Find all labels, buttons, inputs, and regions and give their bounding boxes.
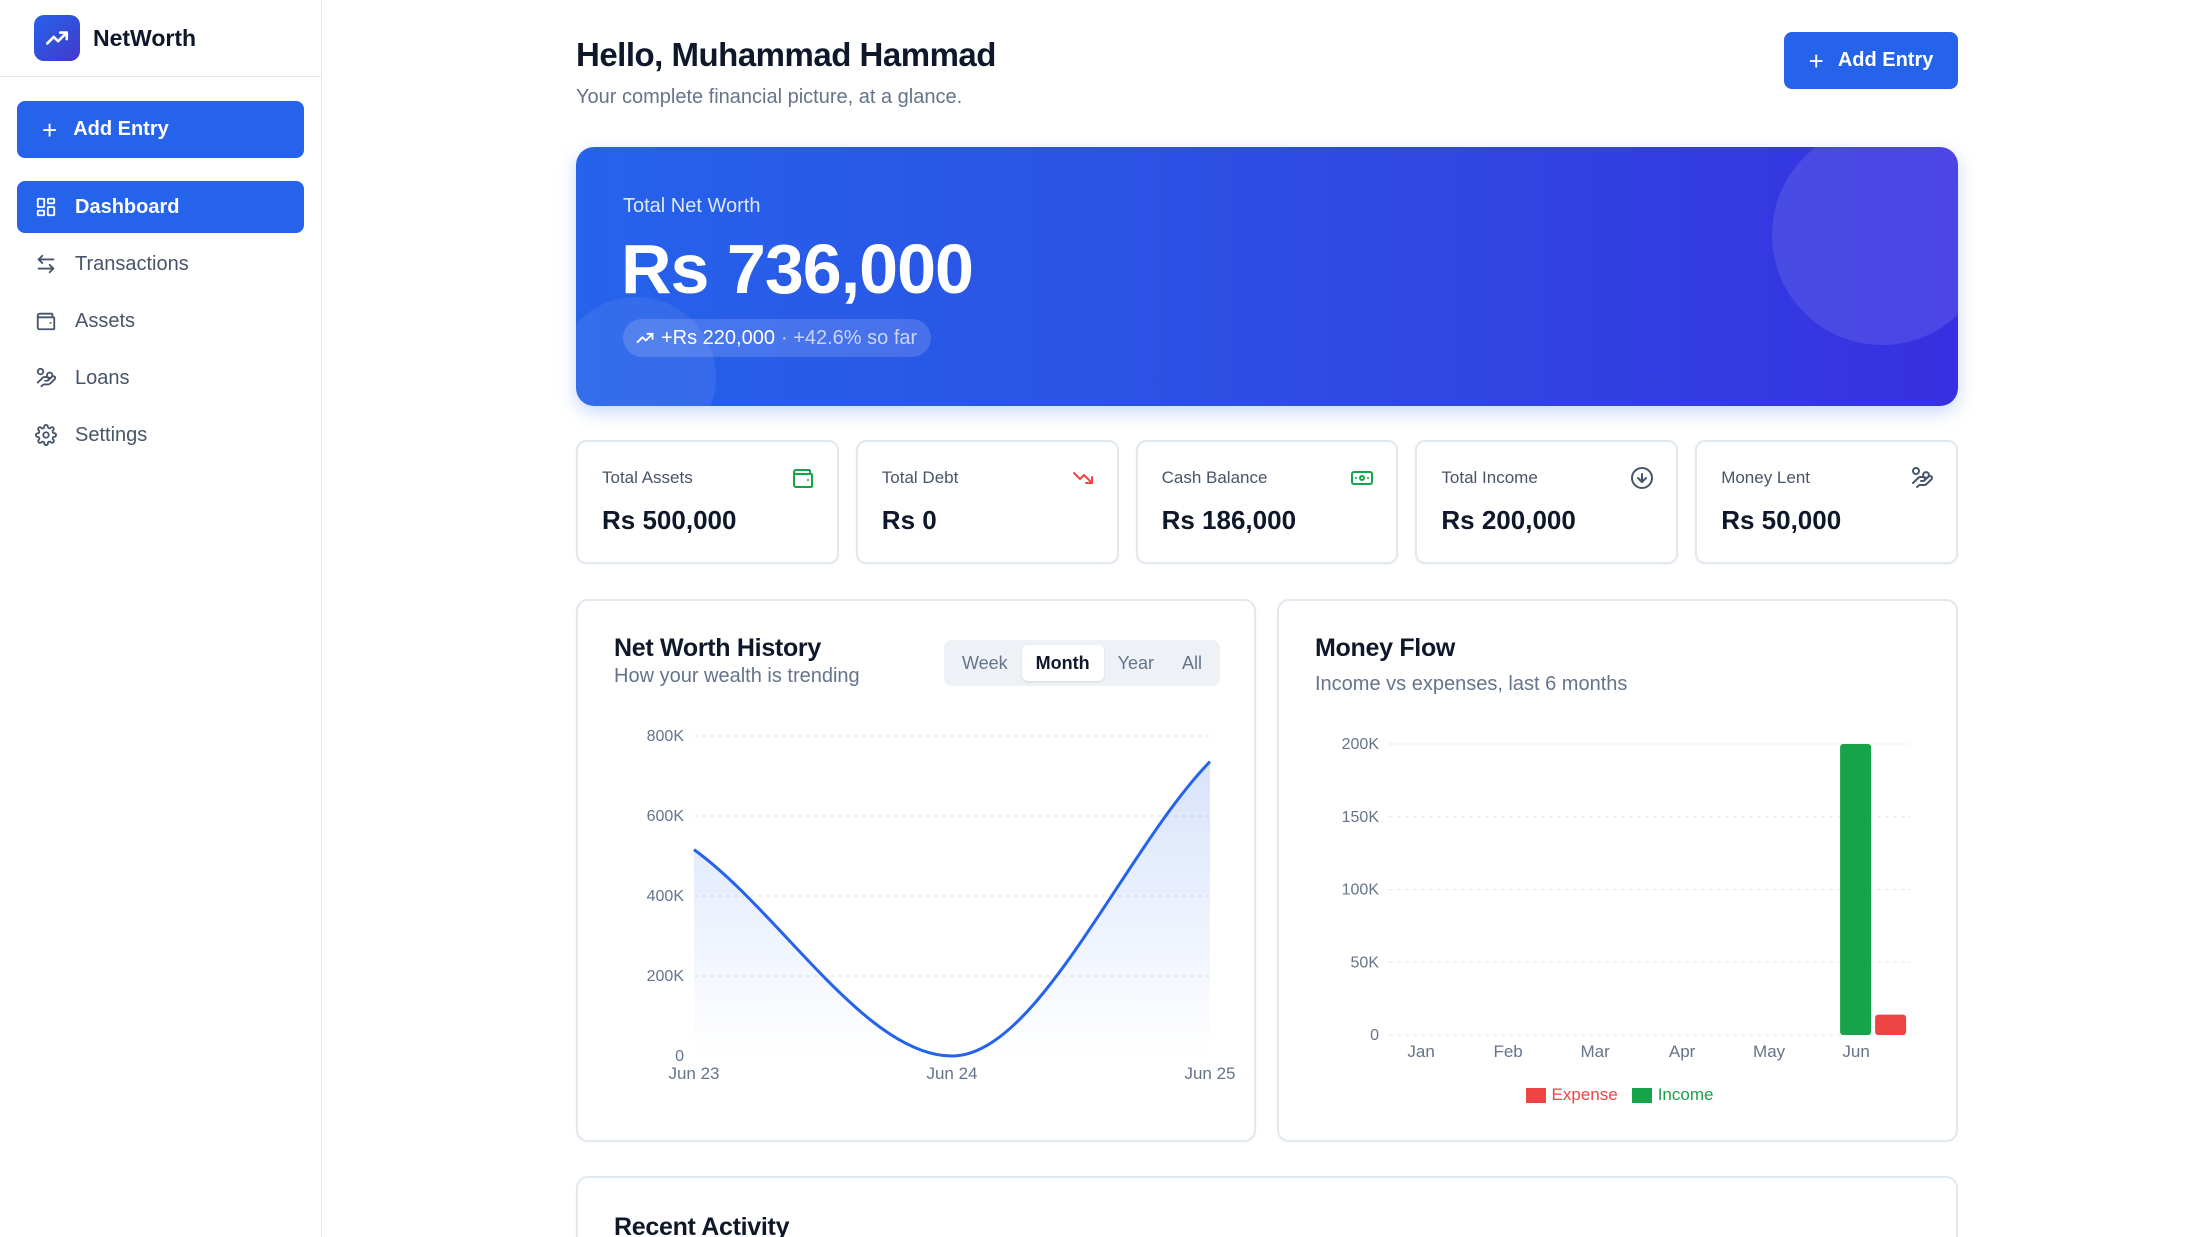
card-title: Recent Activity — [614, 1213, 790, 1237]
stat-card-total-debt[interactable]: Total Debt Rs 0 — [855, 440, 1119, 564]
trending-up-icon — [34, 15, 80, 61]
money-flow-card: Money Flow Income vs expenses, last 6 mo… — [1277, 599, 1958, 1142]
add-entry-label: Add Entry — [1837, 49, 1934, 71]
stat-value: Rs 50,000 — [1721, 505, 1842, 535]
net-worth-history-card: Net Worth History How your wealth is tre… — [576, 599, 1256, 1142]
add-entry-button[interactable]: + Add Entry — [1784, 32, 1958, 89]
money-flow-bar-chart: 0 50K 100K 150K 200K Jan Feb Mar Apr May Jun — [1342, 736, 1911, 1061]
stat-label: Cash Balance — [1161, 468, 1268, 487]
page-title: Hello, Muhammad Hammad — [576, 36, 996, 73]
legend-item-income[interactable]: Income — [1631, 1085, 1714, 1105]
sidebar: NetWorth + Add Entry Dashboard Transacti… — [0, 0, 322, 1237]
y-tick-label: 600K — [647, 808, 685, 825]
sidebar-add-entry-button[interactable]: + Add Entry — [17, 101, 304, 158]
change-percent: · +42.6% so far — [780, 326, 918, 349]
stats-row: Total Assets Rs 500,000 Total Debt Rs 0 … — [576, 440, 1958, 564]
trending-down-icon — [1072, 472, 1093, 484]
net-worth-change-badge: +Rs 220,000 · +42.6% so far — [623, 319, 932, 357]
decorative-circle — [1772, 147, 1958, 345]
legend-label: Income — [1657, 1085, 1714, 1104]
stat-card-total-income[interactable]: Total Income Rs 200,000 — [1415, 440, 1679, 564]
sidebar-item-label: Settings — [75, 423, 148, 446]
net-worth-area-fill — [694, 761, 1210, 1056]
sidebar-item-assets[interactable]: Assets — [17, 295, 304, 347]
sidebar-item-label: Assets — [75, 309, 136, 332]
legend-swatch — [1631, 1087, 1652, 1103]
sidebar-item-dashboard[interactable]: Dashboard — [17, 181, 304, 233]
y-tick-label: 0 — [1370, 1027, 1379, 1044]
y-tick-label: 200K — [647, 968, 685, 985]
legend-item-expense[interactable]: Expense — [1525, 1085, 1618, 1105]
x-tick-label: Jun 25 — [1184, 1064, 1235, 1083]
banknote-icon — [1351, 471, 1374, 485]
x-tick-label: Jun 24 — [926, 1064, 977, 1083]
x-tick-label: Jun 23 — [668, 1064, 719, 1083]
dashboard-icon — [36, 197, 56, 217]
y-tick-label: 50K — [1351, 954, 1380, 971]
stat-value: Rs 186,000 — [1161, 505, 1297, 535]
stat-label: Total Income — [1441, 468, 1538, 487]
y-tick-label: 200K — [1342, 736, 1380, 753]
bar-income-jun — [1840, 744, 1872, 1035]
y-tick-label: 100K — [1342, 882, 1380, 899]
gear-icon — [35, 424, 57, 446]
bar-expense-jun — [1875, 1014, 1907, 1035]
stat-value: Rs 500,000 — [602, 505, 737, 535]
app-name: NetWorth — [93, 24, 197, 51]
stat-value: Rs 200,000 — [1441, 505, 1576, 535]
x-tick-label: Feb — [1493, 1042, 1522, 1061]
page-subtitle: Your complete financial picture, at a gl… — [576, 86, 963, 108]
sidebar-item-label: Transactions — [75, 252, 189, 275]
stat-label: Total Debt — [881, 468, 959, 487]
y-tick-label: 150K — [1342, 809, 1380, 826]
legend-swatch — [1525, 1087, 1546, 1103]
stat-card-money-lent[interactable]: Money Lent Rs 50,000 — [1695, 440, 1958, 564]
net-worth-area-chart: 0 200K 400K 600K 800K Jun 23 Jun 24 Jun 25 — [647, 728, 1236, 1083]
change-amount: +Rs 220,000 — [661, 326, 775, 349]
x-tick-label: Apr — [1669, 1042, 1696, 1061]
brand[interactable]: NetWorth — [0, 0, 321, 77]
y-tick-label: 0 — [675, 1048, 684, 1065]
sidebar-item-transactions[interactable]: Transactions — [17, 238, 304, 290]
sidebar-item-label: Dashboard — [75, 195, 180, 218]
arrow-down-circle-icon — [1631, 467, 1654, 489]
x-tick-label: Mar — [1580, 1042, 1610, 1061]
net-worth-hero: Total Net Worth Rs 736,000 +Rs 220,000 ·… — [576, 147, 1958, 406]
hero-label: Total Net Worth — [623, 195, 761, 217]
x-tick-label: Jan — [1407, 1042, 1434, 1061]
x-tick-label: Jun — [1842, 1042, 1869, 1061]
chart-legend: Expense Income — [1279, 1085, 1960, 1105]
stat-card-total-assets[interactable]: Total Assets Rs 500,000 — [576, 440, 839, 564]
stat-label: Money Lent — [1721, 468, 1811, 487]
y-tick-label: 800K — [647, 728, 685, 745]
hand-coins-icon — [36, 367, 57, 388]
trending-up-icon — [636, 332, 654, 344]
net-worth-value: Rs 736,000 — [621, 230, 974, 308]
y-tick-label: 400K — [647, 888, 685, 905]
sidebar-add-entry-label: Add Entry — [73, 118, 169, 140]
hand-coins-icon — [1911, 467, 1933, 488]
sidebar-item-loans[interactable]: Loans — [17, 352, 304, 404]
stat-value: Rs 0 — [881, 505, 937, 535]
arrows-exchange-icon — [37, 254, 55, 274]
sidebar-item-label: Loans — [75, 366, 130, 389]
sidebar-item-settings[interactable]: Settings — [17, 409, 304, 461]
stat-card-cash-balance[interactable]: Cash Balance Rs 186,000 — [1135, 440, 1399, 564]
legend-label: Expense — [1551, 1085, 1618, 1104]
stat-label: Total Assets — [602, 468, 693, 487]
sidebar-nav: Dashboard Transactions Assets Loans Sett… — [17, 181, 304, 466]
recent-activity-card: Recent Activity — [576, 1176, 1958, 1237]
x-tick-label: May — [1753, 1042, 1786, 1061]
wallet-icon — [792, 469, 813, 488]
wallet-icon — [36, 312, 56, 331]
plus-icon: + — [42, 114, 58, 145]
plus-icon: + — [1808, 45, 1824, 76]
